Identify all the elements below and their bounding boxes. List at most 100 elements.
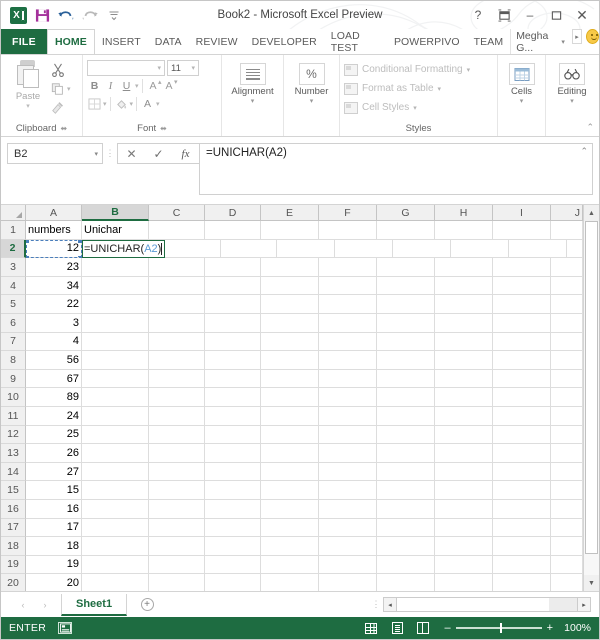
cell-F20[interactable] [319,574,377,591]
cell-H13[interactable] [435,444,493,463]
page-break-preview-button[interactable] [412,620,434,636]
cell-D16[interactable] [205,499,261,519]
cell-E17[interactable] [261,518,319,538]
cell-A14[interactable]: 27 [26,462,82,482]
bold-button[interactable]: B [87,78,102,94]
chevron-down-icon[interactable]: ▾ [156,100,160,108]
cell-B7[interactable] [82,332,149,352]
cut-button[interactable] [51,61,71,78]
cell-A4[interactable]: 34 [26,276,82,296]
cell-C7[interactable] [149,332,205,352]
row-header-12[interactable]: 12 [1,425,26,445]
cell-C8[interactable] [149,351,205,370]
cell-F2[interactable] [335,239,394,259]
cell-H20[interactable] [435,574,493,591]
italic-button[interactable]: I [103,78,118,94]
scroll-down-button[interactable]: ▼ [584,575,599,591]
cell-C20[interactable] [149,574,205,591]
cell-J17[interactable] [551,518,583,538]
insert-function-button[interactable]: fx [172,144,199,163]
normal-view-button[interactable] [360,620,382,636]
smiley-face-icon[interactable] [586,29,600,44]
name-box[interactable]: B2 ▾ [7,143,103,164]
chevron-down-icon[interactable]: ▾ [103,100,107,108]
save-icon[interactable] [31,4,53,26]
cell-J15[interactable] [551,481,583,500]
row-header-17[interactable]: 17 [1,518,26,538]
hscroll-track[interactable] [549,597,577,612]
cell-C13[interactable] [149,444,205,463]
cell-D3[interactable] [205,258,261,277]
cell-F12[interactable] [319,425,377,445]
cell-F9[interactable] [319,369,377,389]
cell-G15[interactable] [377,481,435,500]
copy-button[interactable]: ▾ [51,80,71,97]
cell-C19[interactable] [149,555,205,575]
cell-J11[interactable] [551,406,583,426]
font-name-input[interactable]: ▾ [87,60,165,76]
borders-button[interactable] [87,96,102,112]
redo-icon[interactable] [79,4,101,26]
collapse-ribbon-button[interactable]: ⌃ [586,122,594,133]
cell-I6[interactable] [493,313,551,333]
cell-A10[interactable]: 89 [26,388,82,407]
cell-J20[interactable] [551,574,583,591]
cell-J2[interactable] [567,239,583,259]
cell-A19[interactable]: 19 [26,555,82,575]
column-header-j[interactable]: J [551,205,583,221]
sheet-tab-sheet1[interactable]: Sheet1 [61,593,128,616]
cell-G3[interactable] [377,258,435,277]
font-dialog-launcher[interactable]: ⬌ [160,121,167,136]
format-as-table-button[interactable]: Format as Table ▾ [344,80,470,97]
cell-D6[interactable] [205,313,261,333]
cell-H15[interactable] [435,481,493,500]
cell-A6[interactable]: 3 [26,313,82,333]
cell-A18[interactable]: 18 [26,537,82,556]
undo-icon[interactable] [55,4,77,26]
cell-C11[interactable] [149,406,205,426]
vertical-scrollbar[interactable]: ▲ ▼ [583,205,599,591]
tab-insert[interactable]: INSERT [95,29,148,54]
cell-I18[interactable] [493,537,551,556]
cell-A5[interactable]: 22 [26,295,82,314]
cell-E5[interactable] [261,295,319,314]
cell-J9[interactable] [551,369,583,389]
tab-data[interactable]: DATA [148,29,189,54]
cell-H4[interactable] [435,276,493,296]
cell-E19[interactable] [261,555,319,575]
cell-I2[interactable] [509,239,568,259]
cell-J10[interactable] [551,388,583,407]
cell-E1[interactable] [261,221,319,240]
shrink-font-button[interactable]: A ▾ [162,78,178,94]
cell-G14[interactable] [377,462,435,482]
cell-H14[interactable] [435,462,493,482]
row-header-3[interactable]: 3 [1,258,26,277]
cell-I20[interactable] [493,574,551,591]
column-header-b[interactable]: B [82,205,149,221]
tab-developer[interactable]: DEVELOPER [245,29,324,54]
cell-F18[interactable] [319,537,377,556]
cell-H9[interactable] [435,369,493,389]
cell-F5[interactable] [319,295,377,314]
next-sheet-button[interactable]: › [35,595,55,615]
cell-E10[interactable] [261,388,319,407]
vscroll-thumb[interactable] [585,221,598,554]
cell-C12[interactable] [149,425,205,445]
zoom-track[interactable] [455,623,542,634]
tab-review[interactable]: REVIEW [189,29,245,54]
cell-E20[interactable] [261,574,319,591]
cell-A11[interactable]: 24 [26,406,82,426]
add-sheet-button[interactable]: + [135,594,159,616]
cell-I15[interactable] [493,481,551,500]
cell-I10[interactable] [493,388,551,407]
cell-D12[interactable] [205,425,261,445]
cell-J1[interactable] [551,221,583,240]
cell-A8[interactable]: 56 [26,351,82,370]
cell-C17[interactable] [149,518,205,538]
cell-D5[interactable] [205,295,261,314]
cell-D4[interactable] [205,276,261,296]
cell-D10[interactable] [205,388,261,407]
paste-button[interactable]: Paste ▾ [5,58,51,110]
underline-button[interactable]: U [119,78,134,94]
cell-E6[interactable] [261,313,319,333]
